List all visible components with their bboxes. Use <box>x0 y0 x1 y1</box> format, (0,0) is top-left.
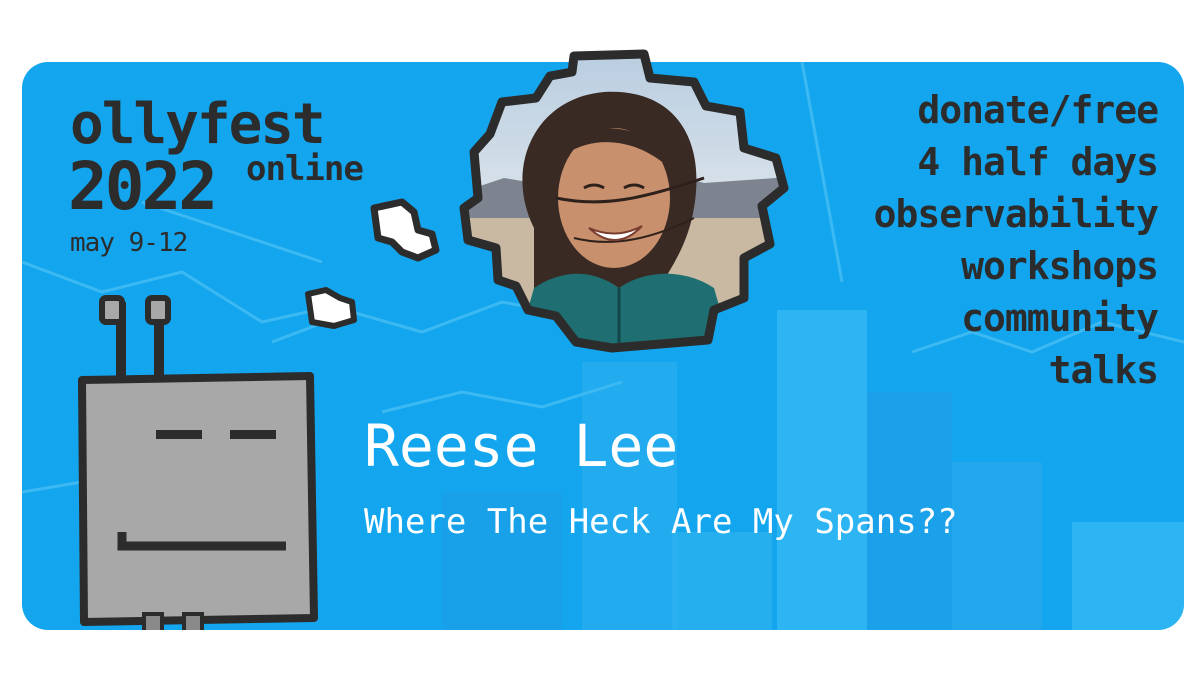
speaker-name: Reese Lee <box>364 412 679 480</box>
feature-item: community <box>961 296 1159 340</box>
feature-item: workshops <box>961 244 1159 288</box>
talk-title: Where The Heck Are My Spans?? <box>364 502 958 542</box>
thought-bubble-small <box>305 287 357 329</box>
thought-bubble-large <box>370 198 440 262</box>
speaker-photo <box>459 49 789 353</box>
feature-item: donate/free <box>917 88 1159 132</box>
feature-item: talks <box>1048 348 1159 392</box>
feature-list: donate/free 4 half days observability wo… <box>873 84 1159 396</box>
feature-item: 4 half days <box>917 140 1159 184</box>
event-year: 2022 <box>68 148 218 225</box>
feature-item: observability <box>873 192 1159 236</box>
robot-icon <box>78 295 318 630</box>
event-name: ollyfest <box>70 92 326 157</box>
event-format: online <box>246 149 364 189</box>
event-dates: may 9-12 <box>70 228 188 258</box>
